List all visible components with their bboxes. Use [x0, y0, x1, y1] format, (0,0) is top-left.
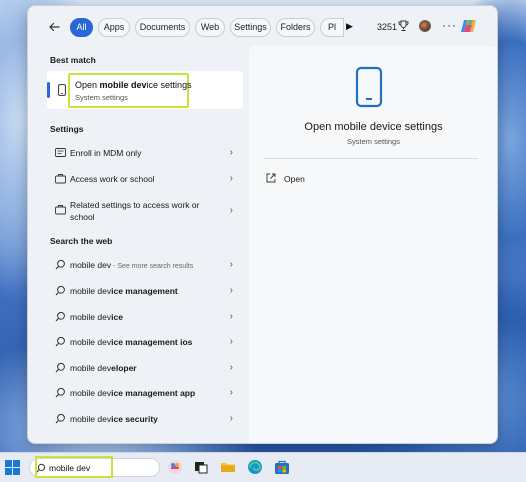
chevron-right-icon: ›: [229, 259, 233, 270]
trophy-icon[interactable]: [398, 20, 409, 32]
microsoft-store-icon[interactable]: [274, 459, 290, 475]
search-icon: [55, 413, 66, 424]
open-button[interactable]: Open: [266, 172, 326, 188]
phone-icon: [355, 66, 383, 108]
search-icon: [55, 285, 66, 296]
best-match-title-prefix: Open: [75, 80, 100, 90]
web-result-bold: eloper: [111, 363, 137, 373]
chevron-right-icon: ›: [229, 413, 233, 424]
web-result-bold: ice security: [111, 414, 158, 424]
web-result-text: mobile dev: [70, 388, 112, 398]
web-result-bold: ice management ios: [111, 337, 193, 347]
avatar[interactable]: [419, 20, 431, 32]
web-result-bold: ice: [111, 312, 123, 322]
open-external-icon: [266, 173, 276, 183]
chevron-right-icon: ›: [229, 336, 233, 347]
chevron-right-icon: ›: [229, 387, 233, 398]
web-result[interactable]: mobile device security ›: [47, 408, 243, 430]
copilot-taskbar-icon[interactable]: [167, 459, 183, 475]
filter-all[interactable]: All: [70, 18, 93, 37]
preview-title: Open mobile device settings: [304, 121, 443, 133]
best-match-title-bold: mobile dev: [99, 80, 147, 90]
highlight-annotation: [35, 456, 113, 478]
web-result[interactable]: mobile dev - See more search results ›: [47, 254, 243, 276]
settings-item-label: Related settings to access work or schoo…: [70, 200, 200, 222]
chevron-right-icon: ›: [229, 285, 233, 296]
search-icon: [55, 259, 66, 270]
preview-pane: Open mobile device settings System setti…: [249, 46, 497, 443]
settings-item-related-settings[interactable]: Related settings to access work or schoo…: [47, 195, 243, 227]
taskbar: mobile dev: [0, 452, 526, 482]
web-result-bold: ice management app: [111, 388, 196, 398]
back-arrow-icon[interactable]: [46, 19, 62, 35]
chevron-right-icon: ›: [229, 173, 233, 184]
web-result-text: mobile dev: [70, 337, 112, 347]
rewards-points: 3251: [377, 22, 398, 32]
web-result-label: mobile device management app: [70, 388, 195, 398]
best-match-heading: Best match: [50, 55, 96, 65]
filter-web[interactable]: Web: [195, 18, 225, 37]
web-result-label: mobile device management: [70, 286, 178, 296]
best-match-subtitle: System settings: [75, 93, 128, 102]
settings-item-label: Enroll in MDM only: [70, 148, 142, 158]
open-label: Open: [284, 174, 305, 184]
preview-subtitle: System settings: [347, 137, 400, 146]
search-icon: [55, 362, 66, 373]
briefcase-icon: [55, 204, 66, 215]
chevron-right-icon: ›: [229, 205, 233, 216]
web-result-bold: ice management: [111, 286, 178, 296]
web-result-label: mobile device: [70, 312, 123, 322]
filter-apps[interactable]: Apps: [98, 18, 130, 37]
search-icon: [55, 336, 66, 347]
results-list: Best match Open mobile device settings S…: [42, 46, 244, 441]
settings-item-access-work[interactable]: Access work or school ›: [47, 168, 243, 190]
settings-item-enroll-mdm[interactable]: Enroll in MDM only ›: [47, 142, 243, 164]
more-filters-button[interactable]: ▶: [346, 21, 353, 32]
web-result[interactable]: mobile device management app ›: [47, 382, 243, 404]
settings-item-label: Access work or school: [70, 174, 155, 184]
filter-people[interactable]: Pl: [320, 18, 344, 37]
filter-folders[interactable]: Folders: [276, 18, 315, 37]
search-icon: [55, 311, 66, 322]
web-result-text: mobile dev: [70, 312, 112, 322]
best-match-title-suffix: ice settings: [146, 80, 192, 90]
web-result[interactable]: mobile device ›: [47, 306, 243, 328]
search-flyout: All Apps Documents Web Settings Folders …: [27, 5, 498, 444]
file-explorer-icon[interactable]: [220, 459, 236, 475]
phone-icon: [58, 84, 66, 96]
copilot-icon[interactable]: [460, 17, 478, 35]
briefcase-icon: [55, 173, 66, 184]
web-result-text: mobile dev: [70, 286, 112, 296]
best-match-item[interactable]: Open mobile device settings System setti…: [47, 71, 243, 109]
chevron-right-icon: ›: [229, 311, 233, 322]
web-result-text: mobile dev: [70, 260, 112, 270]
web-result-text: mobile dev: [70, 363, 112, 373]
divider: [264, 158, 478, 159]
web-result-label: mobile dev - See more search results: [70, 260, 193, 270]
selection-indicator: [47, 82, 50, 98]
search-icon: [55, 387, 66, 398]
windows-logo-icon[interactable]: [5, 460, 20, 475]
ellipsis-icon[interactable]: ···: [442, 18, 457, 32]
web-result-label: mobile developer: [70, 363, 137, 373]
best-match-title: Open mobile device settings: [75, 80, 192, 90]
web-result-text: mobile dev: [70, 414, 112, 424]
settings-heading: Settings: [50, 124, 84, 134]
web-result-label: mobile device management ios: [70, 337, 192, 347]
web-result-hint: - See more search results: [111, 263, 194, 270]
web-heading: Search the web: [50, 236, 113, 246]
chevron-right-icon: ›: [229, 362, 233, 373]
filter-documents[interactable]: Documents: [135, 18, 190, 37]
chevron-right-icon: ›: [229, 147, 233, 158]
web-result[interactable]: mobile device management ›: [47, 280, 243, 302]
highlight-annotation: [68, 73, 189, 108]
web-result-label: mobile device security: [70, 414, 158, 424]
web-result[interactable]: mobile device management ios ›: [47, 331, 243, 353]
filter-settings[interactable]: Settings: [230, 18, 271, 37]
web-result[interactable]: mobile developer ›: [47, 357, 243, 379]
task-view-icon[interactable]: [193, 459, 209, 475]
filter-bar: All Apps Documents Web Settings Folders …: [28, 6, 497, 46]
edge-icon[interactable]: [247, 459, 263, 475]
list-icon: [55, 147, 66, 158]
